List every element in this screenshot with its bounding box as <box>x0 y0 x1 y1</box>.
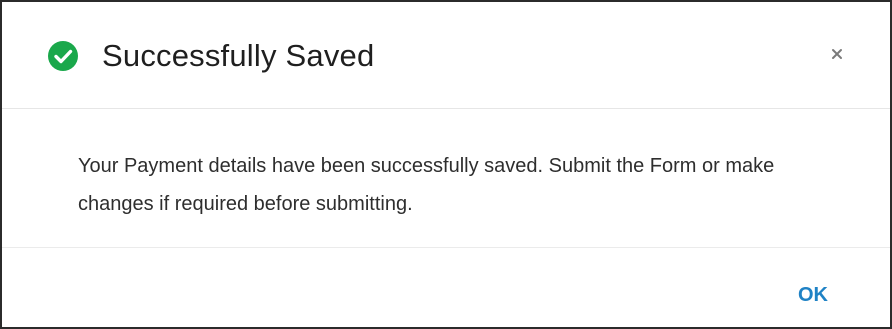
dialog-footer: OK <box>2 248 890 327</box>
ok-button[interactable]: OK <box>798 282 828 308</box>
success-dialog: Successfully Saved Your Payment details … <box>0 0 892 329</box>
dialog-header: Successfully Saved <box>2 2 890 109</box>
close-icon[interactable] <box>828 45 846 63</box>
dialog-message: Your Payment details have been successfu… <box>78 155 775 215</box>
check-circle-icon <box>48 41 78 71</box>
dialog-title: Successfully Saved <box>102 38 375 73</box>
dialog-body: Your Payment details have been successfu… <box>2 109 890 248</box>
